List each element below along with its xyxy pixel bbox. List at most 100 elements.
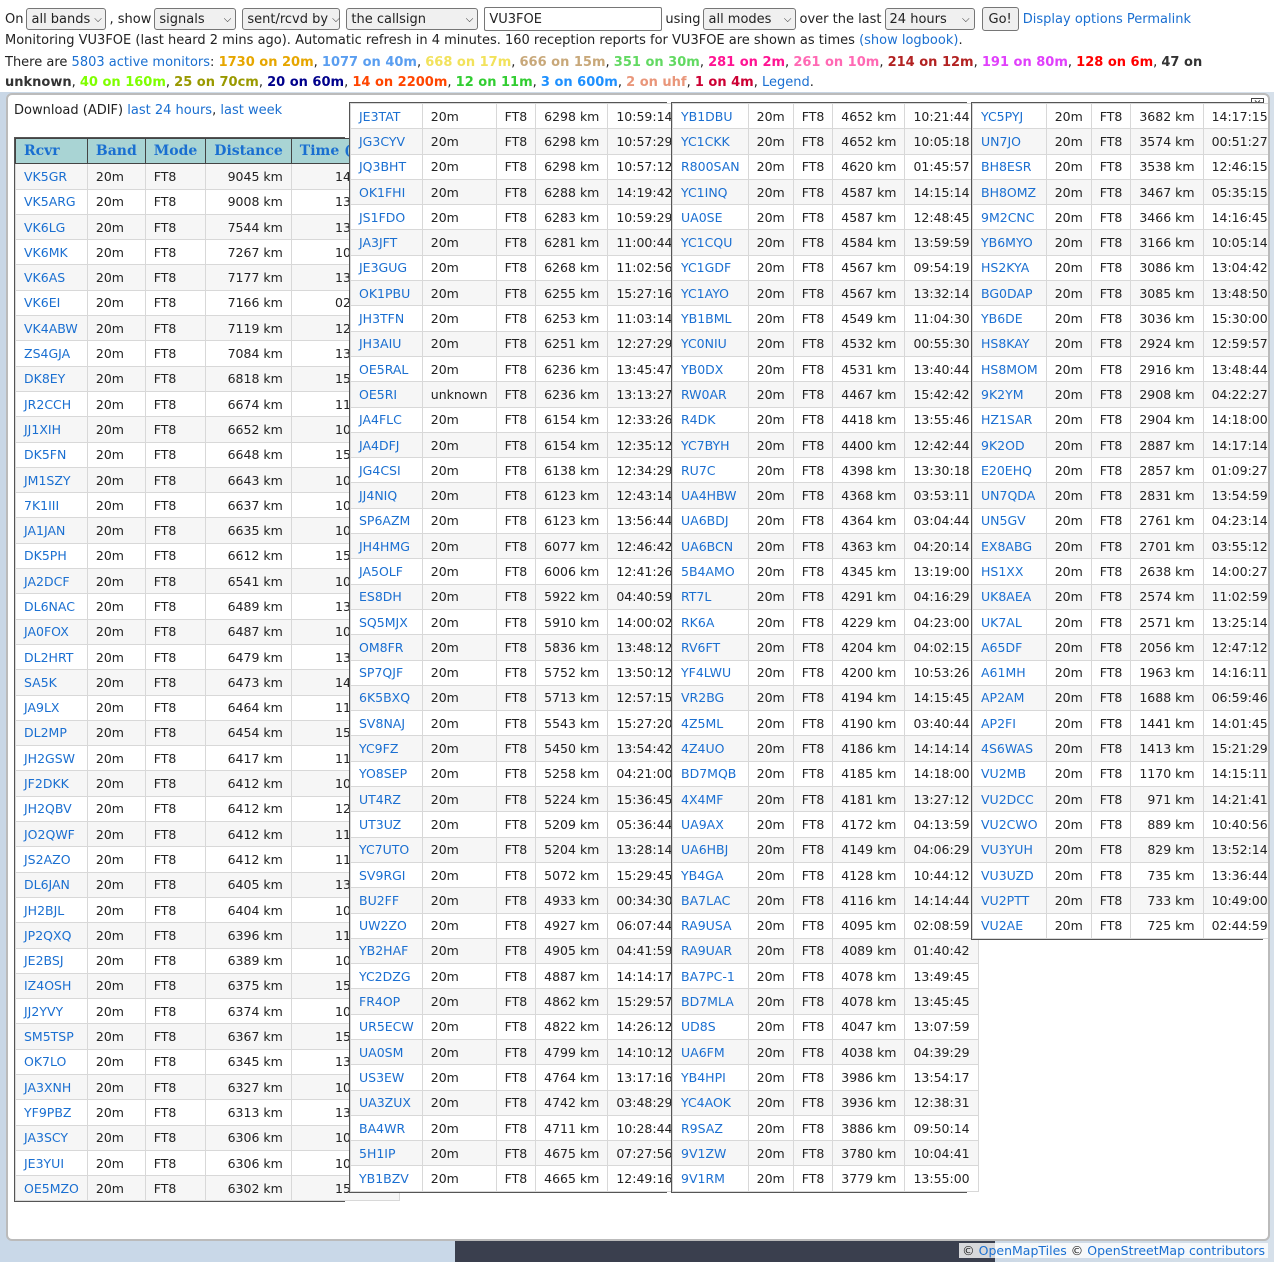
receiver-callsign-link[interactable]: SP6AZM [350, 507, 423, 535]
receiver-callsign-link[interactable]: JJ1XIH [15, 416, 88, 443]
receiver-callsign-link[interactable]: E20EHQ [972, 457, 1047, 484]
receiver-callsign-link[interactable]: UT3UZ [350, 811, 423, 838]
receiver-callsign-link[interactable]: YC1CQU [672, 229, 749, 256]
receiver-callsign-link[interactable]: JH3TFN [350, 305, 423, 332]
receiver-callsign-link[interactable]: YB1BZV [350, 1165, 423, 1192]
receiver-callsign-link[interactable]: UD8S [672, 1013, 749, 1040]
receiver-callsign-link[interactable]: HS8KAY [972, 330, 1047, 357]
receiver-callsign-link[interactable]: SV8NAJ [350, 710, 423, 737]
display-options-link[interactable]: Display options [1023, 12, 1123, 27]
target-select[interactable]: the callsign ⌵ [346, 8, 479, 30]
receiver-callsign-link[interactable]: VU2AE [972, 912, 1047, 939]
receiver-callsign-link[interactable]: YC7UTO [350, 836, 423, 863]
sort-header[interactable]: Mode [144, 137, 207, 165]
receiver-callsign-link[interactable]: YB6MYO [972, 229, 1047, 256]
receiver-callsign-link[interactable]: JA0FOX [15, 618, 88, 645]
receiver-callsign-link[interactable]: YC0NIU [672, 330, 749, 357]
receiver-callsign-link[interactable]: RT7L [672, 583, 749, 610]
receiver-callsign-link[interactable]: JO2QWF [15, 821, 88, 848]
receiver-callsign-link[interactable]: BG0DAP [972, 280, 1047, 307]
receiver-callsign-link[interactable]: JA4DFJ [350, 431, 423, 459]
receiver-callsign-link[interactable]: SQ5MJX [350, 608, 423, 636]
receiver-callsign-link[interactable]: UN5GV [972, 507, 1047, 535]
receiver-callsign-link[interactable]: HZ1SAR [972, 406, 1047, 433]
mode-select[interactable]: all modes ⌵ [703, 8, 797, 30]
receiver-callsign-link[interactable]: VR2BG [672, 684, 749, 712]
receiver-callsign-link[interactable]: VU2MB [972, 760, 1047, 788]
receiver-callsign-link[interactable]: UA0SM [350, 1038, 423, 1066]
receiver-callsign-link[interactable]: YC1INQ [672, 178, 749, 206]
receiver-callsign-link[interactable]: JR2CCH [15, 390, 88, 418]
receiver-callsign-link[interactable]: JH2QBV [15, 795, 88, 823]
receiver-callsign-link[interactable]: UK8AEA [972, 583, 1047, 610]
receiver-callsign-link[interactable]: 6K5BXQ [350, 684, 423, 712]
receiver-callsign-link[interactable]: FR4OP [350, 988, 423, 1015]
receiver-callsign-link[interactable]: VU2DCC [972, 786, 1047, 813]
receiver-callsign-link[interactable]: OE5RAL [350, 355, 423, 383]
receiver-callsign-link[interactable]: BH8OMZ [972, 178, 1047, 206]
receiver-callsign-link[interactable]: UW2ZO [350, 912, 423, 939]
receiver-callsign-link[interactable]: YC9FZ [350, 735, 423, 762]
receiver-callsign-link[interactable]: OE5RI [350, 381, 423, 408]
receiver-callsign-link[interactable]: ES8DH [350, 583, 423, 610]
openstreetmap-link[interactable]: OpenStreetMap contributors [1087, 1243, 1265, 1258]
receiver-callsign-link[interactable]: YB1BML [672, 305, 749, 332]
receiver-callsign-link[interactable]: DK5FN [15, 441, 88, 468]
receiver-callsign-link[interactable]: BA4WR [350, 1114, 423, 1142]
receiver-callsign-link[interactable]: UA6FM [672, 1038, 749, 1066]
receiver-callsign-link[interactable]: UA6HBJ [672, 836, 749, 863]
receiver-callsign-link[interactable]: JJ2YVY [15, 998, 88, 1025]
receiver-callsign-link[interactable]: YC1CKK [672, 128, 749, 155]
receiver-callsign-link[interactable]: JA4FLC [350, 406, 423, 433]
receiver-callsign-link[interactable]: VK5ARG [15, 188, 88, 215]
receiver-callsign-link[interactable]: YC1AYO [672, 280, 749, 307]
receiver-callsign-link[interactable]: YC4AOK [672, 1089, 749, 1116]
receiver-callsign-link[interactable]: BH8ESR [972, 153, 1047, 180]
receiver-callsign-link[interactable]: OK1FHI [350, 178, 423, 206]
legend-link[interactable]: Legend [762, 75, 810, 90]
receiver-callsign-link[interactable]: 4Z4UO [672, 735, 749, 762]
receiver-callsign-link[interactable]: ZS4GJA [15, 340, 88, 367]
receiver-callsign-link[interactable]: VK6MK [15, 239, 88, 266]
receiver-callsign-link[interactable]: A61MH [972, 659, 1047, 686]
receiver-callsign-link[interactable]: VU3UZD [972, 861, 1047, 889]
receiver-callsign-link[interactable]: UA6BCN [672, 533, 749, 560]
receiver-callsign-link[interactable]: EX8ABG [972, 533, 1047, 560]
receiver-callsign-link[interactable]: A65DF [972, 634, 1047, 661]
receiver-callsign-link[interactable]: SM5TSP [15, 1023, 88, 1050]
receiver-callsign-link[interactable]: OK1PBU [350, 280, 423, 307]
receiver-callsign-link[interactable]: UR5ECW [350, 1013, 423, 1040]
receiver-callsign-link[interactable]: HS2KYA [972, 254, 1047, 282]
receiver-callsign-link[interactable]: 4Z5ML [672, 710, 749, 737]
receiver-callsign-link[interactable]: JH2BJL [15, 896, 88, 924]
receiver-callsign-link[interactable]: BA7PC-1 [672, 963, 749, 990]
receiver-callsign-link[interactable]: AP2AM [972, 684, 1047, 712]
receiver-callsign-link[interactable]: VU2CWO [972, 811, 1047, 838]
show-logbook-link[interactable]: (show logbook) [859, 33, 958, 48]
receiver-callsign-link[interactable]: RA9USA [672, 912, 749, 939]
receiver-callsign-link[interactable]: UN7QDA [972, 482, 1047, 509]
receiver-callsign-link[interactable]: RA9UAR [672, 937, 749, 965]
receiver-callsign-link[interactable]: OM8FR [350, 634, 423, 661]
receiver-callsign-link[interactable]: JH2GSW [15, 745, 88, 772]
receiver-callsign-link[interactable]: OE5MZO [15, 1175, 88, 1202]
receiver-callsign-link[interactable]: R800SAN [672, 153, 749, 180]
sort-header[interactable]: Rcvr [15, 137, 88, 165]
receiver-callsign-link[interactable]: VK6AS [15, 264, 88, 291]
go-button[interactable]: Go! [981, 7, 1019, 31]
receiver-callsign-link[interactable]: YC5PYJ [972, 102, 1047, 130]
receiver-callsign-link[interactable]: VU3YUH [972, 836, 1047, 863]
receiver-callsign-link[interactable]: JA1JAN [15, 517, 88, 544]
receiver-callsign-link[interactable]: 9V1ZW [672, 1140, 749, 1167]
receiver-callsign-link[interactable]: JS2AZO [15, 846, 88, 873]
receiver-callsign-link[interactable]: VK4ABW [15, 315, 88, 342]
receiver-callsign-link[interactable]: DL6NAC [15, 593, 88, 620]
receiver-callsign-link[interactable]: 4S6WAS [972, 735, 1047, 762]
receiver-callsign-link[interactable]: R4DK [672, 406, 749, 433]
direction-select[interactable]: sent/rcvd by ⌵ [242, 8, 341, 30]
receiver-callsign-link[interactable]: YB4GA [672, 861, 749, 889]
receiver-callsign-link[interactable]: VK5GR [15, 163, 88, 190]
receiver-callsign-link[interactable]: UA0SE [672, 204, 749, 231]
receiver-callsign-link[interactable]: JA2DCF [15, 568, 88, 595]
receiver-callsign-link[interactable]: YB2HAF [350, 937, 423, 965]
